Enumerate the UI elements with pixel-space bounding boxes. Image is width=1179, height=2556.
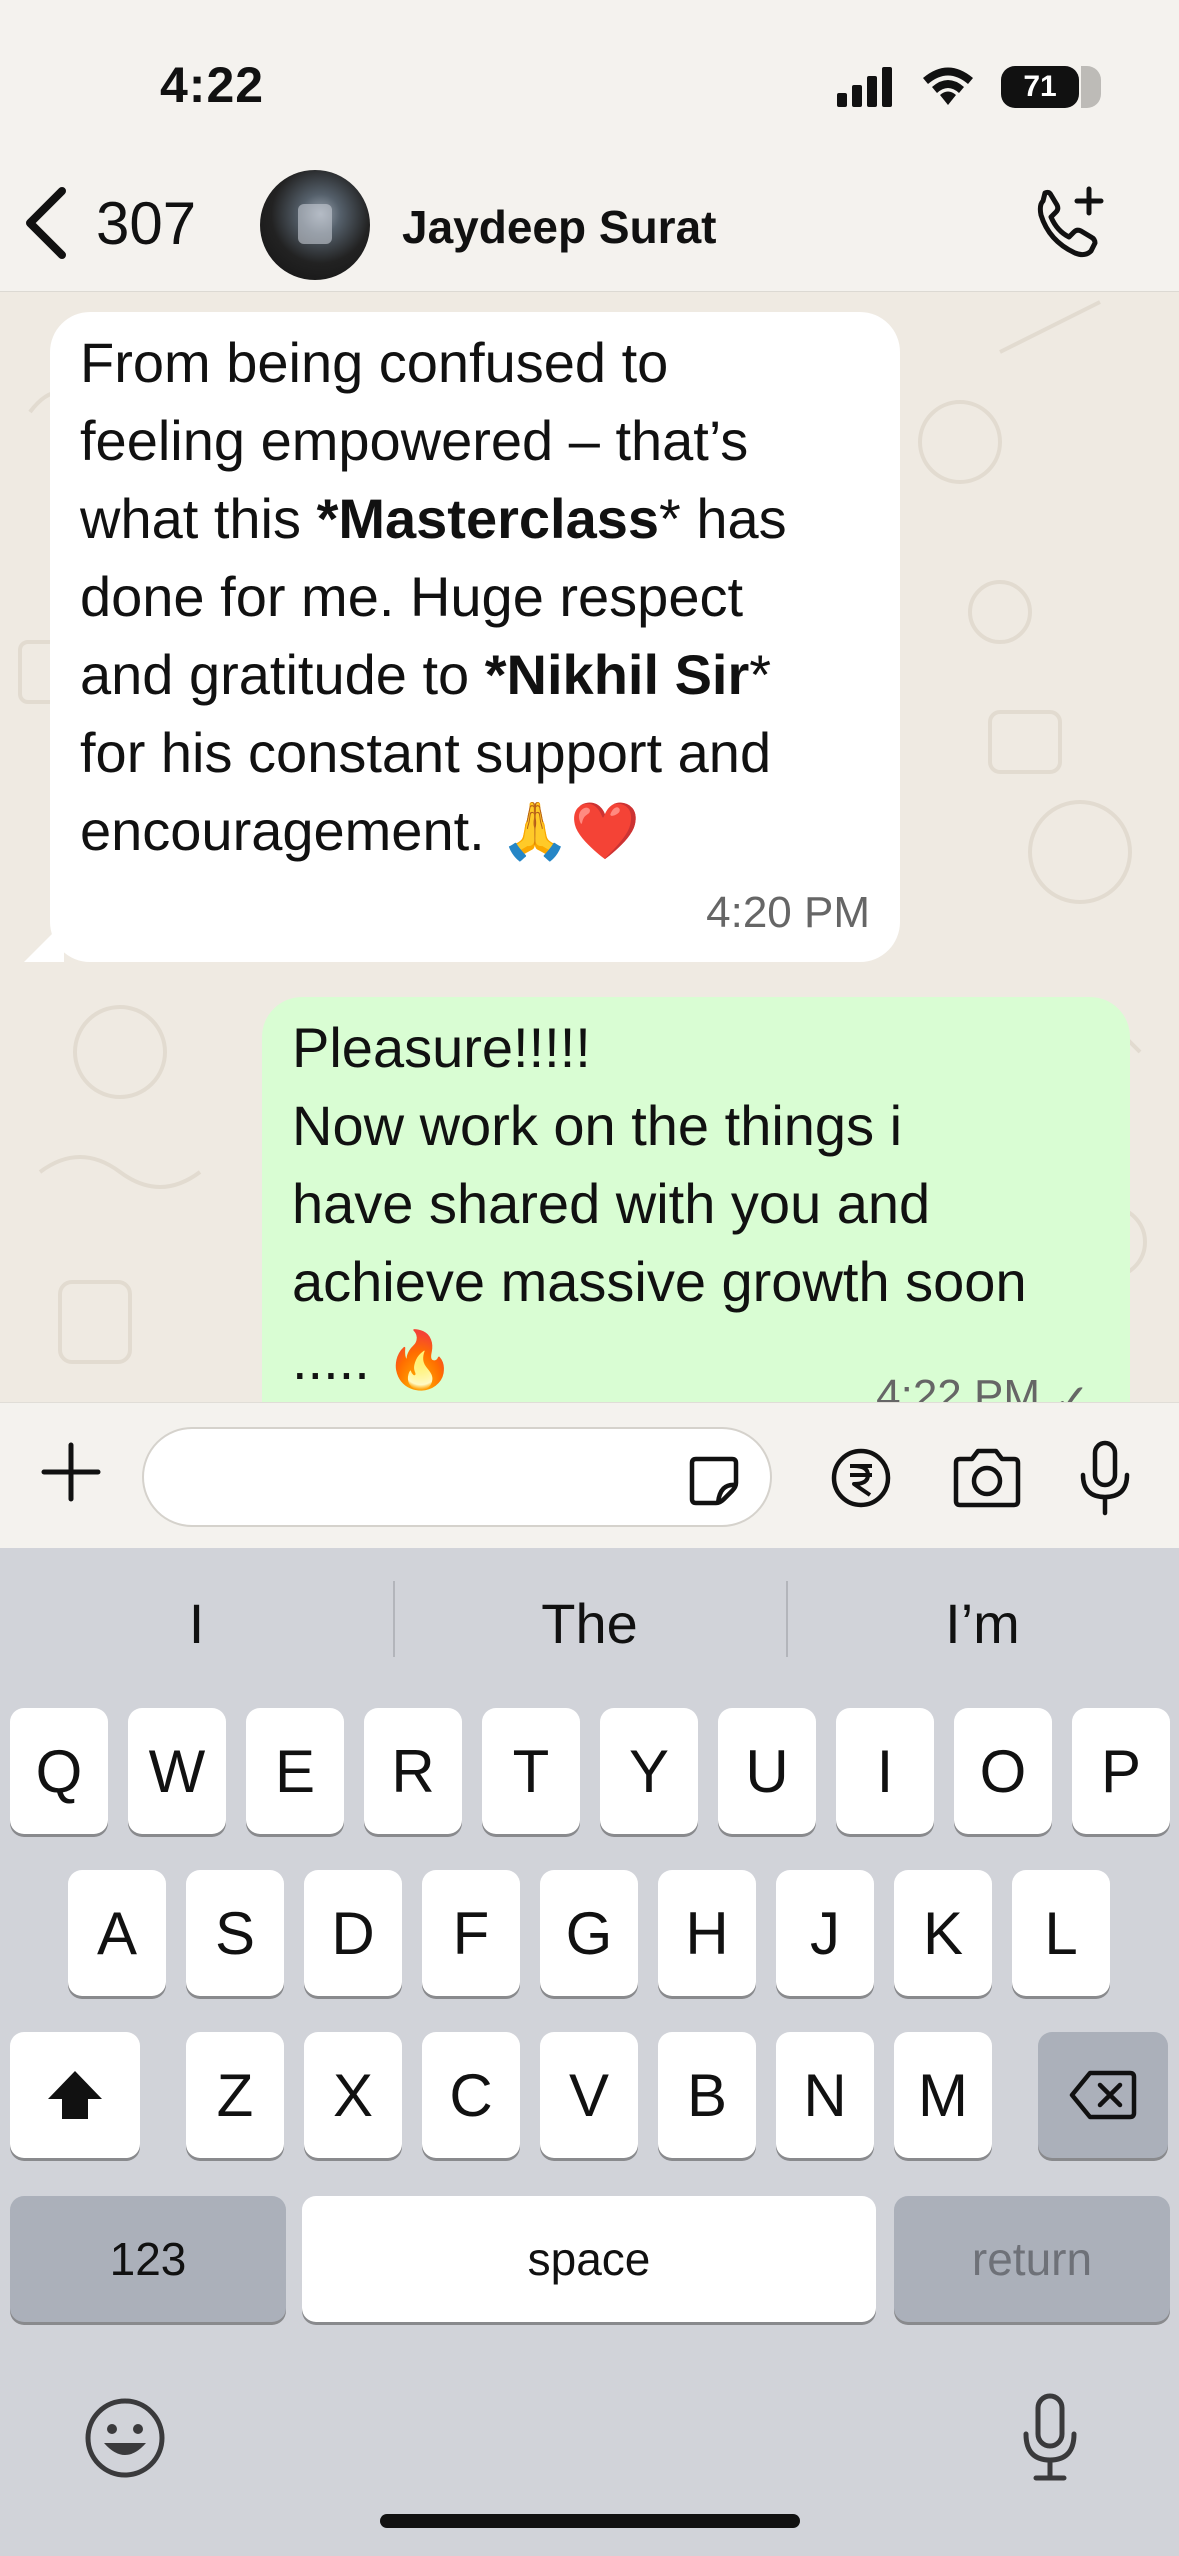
message-input[interactable] xyxy=(142,1427,772,1527)
key-w[interactable]: W xyxy=(128,1708,226,1834)
delete-key[interactable] xyxy=(1038,2032,1168,2158)
message-text: From being confused to feeling empowered… xyxy=(80,324,870,870)
sticker-icon[interactable] xyxy=(686,1453,742,1509)
key-m[interactable]: M xyxy=(894,2032,992,2158)
chat-area[interactable]: From being confused to feeling empowered… xyxy=(0,292,1179,1402)
sent-check-icon: ✓ xyxy=(1053,1376,1090,1402)
key-t[interactable]: T xyxy=(482,1708,580,1834)
keyboard: I The I’m Q W E R T Y U I O P A S D F G … xyxy=(0,1548,1179,2556)
predictive-bar: I The I’m xyxy=(0,1548,1179,1698)
microphone-icon[interactable] xyxy=(1075,1439,1135,1517)
home-indicator[interactable] xyxy=(380,2514,800,2528)
unread-count: 307 xyxy=(96,189,197,257)
key-q[interactable]: Q xyxy=(10,1708,108,1834)
key-r[interactable]: R xyxy=(364,1708,462,1834)
key-j[interactable]: J xyxy=(776,1870,874,1996)
key-a[interactable]: A xyxy=(68,1870,166,1996)
shift-key[interactable] xyxy=(10,2032,140,2158)
key-c[interactable]: C xyxy=(422,2032,520,2158)
key-i[interactable]: I xyxy=(836,1708,934,1834)
backspace-icon xyxy=(1069,2070,1137,2120)
avatar[interactable] xyxy=(260,170,370,280)
dictation-microphone-icon[interactable] xyxy=(1018,2392,1082,2482)
message-time: 4:20 PM xyxy=(706,888,870,937)
message-bold-text: *Masterclass xyxy=(316,487,660,550)
key-y[interactable]: Y xyxy=(600,1708,698,1834)
key-k[interactable]: K xyxy=(894,1870,992,1996)
key-g[interactable]: G xyxy=(540,1870,638,1996)
key-l[interactable]: L xyxy=(1012,1870,1110,1996)
key-f[interactable]: F xyxy=(422,1870,520,1996)
signal-icon xyxy=(837,67,892,107)
status-icons: 71 xyxy=(837,62,1101,112)
contact-name[interactable]: Jaydeep Surat xyxy=(402,200,716,254)
back-button[interactable]: 307 xyxy=(22,178,196,268)
chevron-left-icon xyxy=(26,187,66,259)
key-v[interactable]: V xyxy=(540,2032,638,2158)
message-text: Pleasure!!!!! Now work on the things i h… xyxy=(292,1016,1027,1391)
battery-icon: 71 xyxy=(1001,66,1101,108)
outgoing-message[interactable]: Pleasure!!!!! Now work on the things i h… xyxy=(262,997,1130,1402)
message-bold-text: *Nikhil Sir xyxy=(484,643,750,706)
plus-icon[interactable] xyxy=(40,1441,102,1503)
key-s[interactable]: S xyxy=(186,1870,284,1996)
chat-header: 4:22 71 307 Jaydeep Surat xyxy=(0,0,1179,292)
key-u[interactable]: U xyxy=(718,1708,816,1834)
suggestion-1[interactable]: I xyxy=(0,1591,393,1656)
incoming-message[interactable]: From being confused to feeling empowered… xyxy=(50,312,900,962)
status-time: 4:22 xyxy=(160,57,265,113)
key-o[interactable]: O xyxy=(954,1708,1052,1834)
return-key[interactable]: return xyxy=(894,2196,1170,2322)
rupee-payment-icon[interactable] xyxy=(830,1447,892,1509)
key-h[interactable]: H xyxy=(658,1870,756,1996)
numbers-key[interactable]: 123 xyxy=(10,2196,286,2322)
key-d[interactable]: D xyxy=(304,1870,402,1996)
wifi-icon xyxy=(923,67,973,105)
add-call-icon[interactable] xyxy=(1029,185,1109,265)
suggestion-2[interactable]: The xyxy=(393,1580,786,1657)
message-time: 4:22 PM xyxy=(876,1371,1040,1402)
space-key[interactable]: space xyxy=(302,2196,876,2322)
key-n[interactable]: N xyxy=(776,2032,874,2158)
camera-icon[interactable] xyxy=(950,1447,1024,1509)
key-p[interactable]: P xyxy=(1072,1708,1170,1834)
message-input-bar xyxy=(0,1402,1179,1548)
key-x[interactable]: X xyxy=(304,2032,402,2158)
key-b[interactable]: B xyxy=(658,2032,756,2158)
key-e[interactable]: E xyxy=(246,1708,344,1834)
suggestion-3[interactable]: I’m xyxy=(786,1580,1179,1657)
emoji-icon[interactable] xyxy=(82,2395,168,2481)
key-z[interactable]: Z xyxy=(186,2032,284,2158)
shift-icon xyxy=(48,2071,102,2119)
